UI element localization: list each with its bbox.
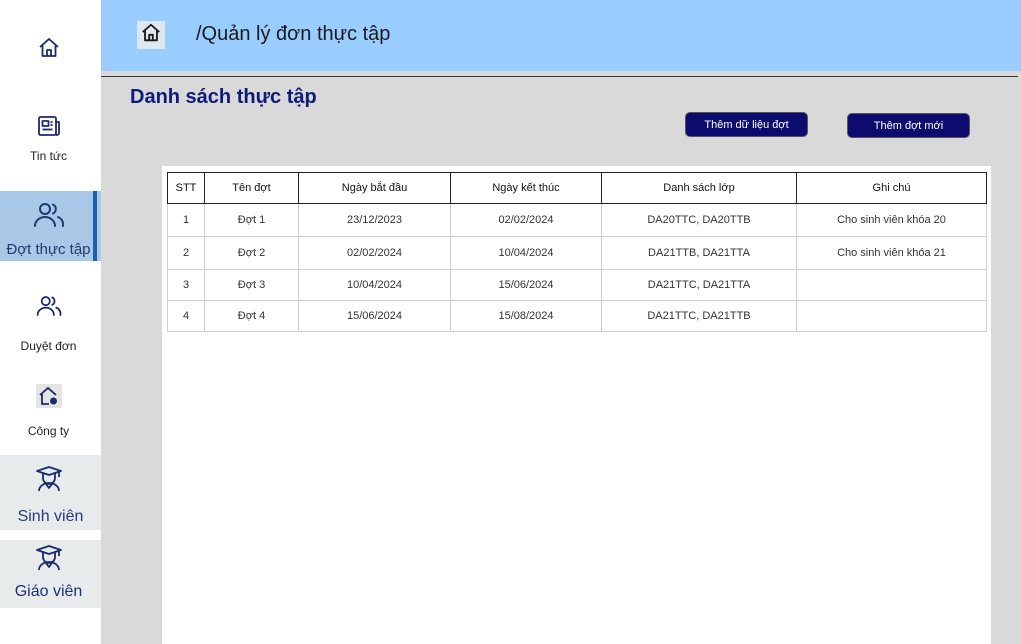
table-cell: 02/02/2024 xyxy=(298,236,451,270)
column-header: Ngày kết thúc xyxy=(450,172,602,204)
users-icon xyxy=(0,294,97,318)
sidebar-item-giao-vien[interactable]: Giáo viên xyxy=(0,540,101,608)
table-cell: Đợt 3 xyxy=(204,269,299,301)
home-icon xyxy=(0,36,97,60)
table-cell: 15/06/2024 xyxy=(450,269,602,301)
sidebar-item-cong-ty[interactable]: Công ty xyxy=(0,378,101,442)
company-icon xyxy=(0,384,97,408)
table-cell: DA20TTC, DA20TTB xyxy=(601,203,797,237)
column-header: STT xyxy=(167,172,205,204)
breadcrumb: /Quản lý đơn thực tập xyxy=(196,23,391,45)
table-cell: Đợt 2 xyxy=(204,236,299,270)
table-cell: 2 xyxy=(167,236,205,270)
table-cell: 4 xyxy=(167,300,205,332)
sidebar-item-sinh-vien[interactable]: Sinh viên xyxy=(0,455,101,530)
table-cell: 3 xyxy=(167,269,205,301)
table-cell: DA21TTB, DA21TTA xyxy=(601,236,797,270)
table-row[interactable]: 2 Đợt 2 02/02/2024 10/04/2024 DA21TTB, D… xyxy=(167,236,987,270)
sidebar-item-dot-thuc-tap[interactable]: Đợt thực tập xyxy=(0,191,101,261)
sidebar: Tin tức Đợt thực tập Duyệt đơn Công ty S… xyxy=(0,0,101,644)
column-header: Danh sách lớp xyxy=(601,172,797,204)
table-row[interactable]: 3 Đợt 3 10/04/2024 15/06/2024 DA21TTC, D… xyxy=(167,269,987,301)
sidebar-item-label: Sinh viên xyxy=(17,508,84,525)
table-cell: DA21TTC, DA21TTA xyxy=(601,269,797,301)
header-divider xyxy=(101,76,1018,77)
table-row[interactable]: 4 Đợt 4 15/06/2024 15/08/2024 DA21TTC, D… xyxy=(167,300,987,332)
sidebar-item-label: Giáo viên xyxy=(14,583,83,600)
news-icon xyxy=(0,113,97,139)
table-cell xyxy=(796,269,987,301)
table-cell: 10/04/2024 xyxy=(298,269,451,301)
table-header-row: STT Tên đợt Ngày bắt đầu Ngày kết thúc D… xyxy=(167,172,987,204)
graduate-icon xyxy=(0,465,97,493)
page-title: Danh sách thực tập xyxy=(130,86,317,108)
users-icon xyxy=(0,201,97,229)
table-row[interactable]: 1 Đợt 1 23/12/2023 02/02/2024 DA20TTC, D… xyxy=(167,203,987,237)
add-batch-data-button[interactable]: Thêm dữ liệu đợt xyxy=(685,112,808,137)
sidebar-item-label: Duyệt đơn xyxy=(20,339,77,353)
table-cell: 15/08/2024 xyxy=(450,300,602,332)
graduate-icon xyxy=(0,544,97,572)
table-cell: 10/04/2024 xyxy=(450,236,602,270)
sidebar-item-label: Tin tức xyxy=(30,149,67,163)
table-cell: Cho sinh viên khóa 20 xyxy=(796,203,987,237)
active-indicator xyxy=(93,191,97,261)
sidebar-item-home[interactable] xyxy=(0,28,101,72)
home-icon xyxy=(140,22,162,49)
sidebar-item-label: Công ty xyxy=(27,424,70,438)
sidebar-item-news[interactable]: Tin tức xyxy=(0,105,101,175)
column-header: Ghi chú xyxy=(796,172,987,204)
column-header: Tên đợt xyxy=(204,172,299,204)
sidebar-item-duyet-don[interactable]: Duyệt đơn xyxy=(0,285,101,355)
table-cell: Đợt 4 xyxy=(204,300,299,332)
table-cell: 1 xyxy=(167,203,205,237)
table-cell: 23/12/2023 xyxy=(298,203,451,237)
column-header: Ngày bắt đầu xyxy=(298,172,451,204)
add-new-batch-button[interactable]: Thêm đợt mới xyxy=(847,113,970,138)
top-header: /Quản lý đơn thực tập xyxy=(101,0,1021,71)
home-button[interactable] xyxy=(137,21,165,49)
table-cell: Đợt 1 xyxy=(204,203,299,237)
table-cell: DA21TTC, DA21TTB xyxy=(601,300,797,332)
sidebar-item-label: Đợt thực tập xyxy=(6,241,91,258)
internship-table: STT Tên đợt Ngày bắt đầu Ngày kết thúc D… xyxy=(167,172,987,332)
table-cell: 15/06/2024 xyxy=(298,300,451,332)
table-cell xyxy=(796,300,987,332)
table-cell: 02/02/2024 xyxy=(450,203,602,237)
table-cell: Cho sinh viên khóa 21 xyxy=(796,236,987,270)
